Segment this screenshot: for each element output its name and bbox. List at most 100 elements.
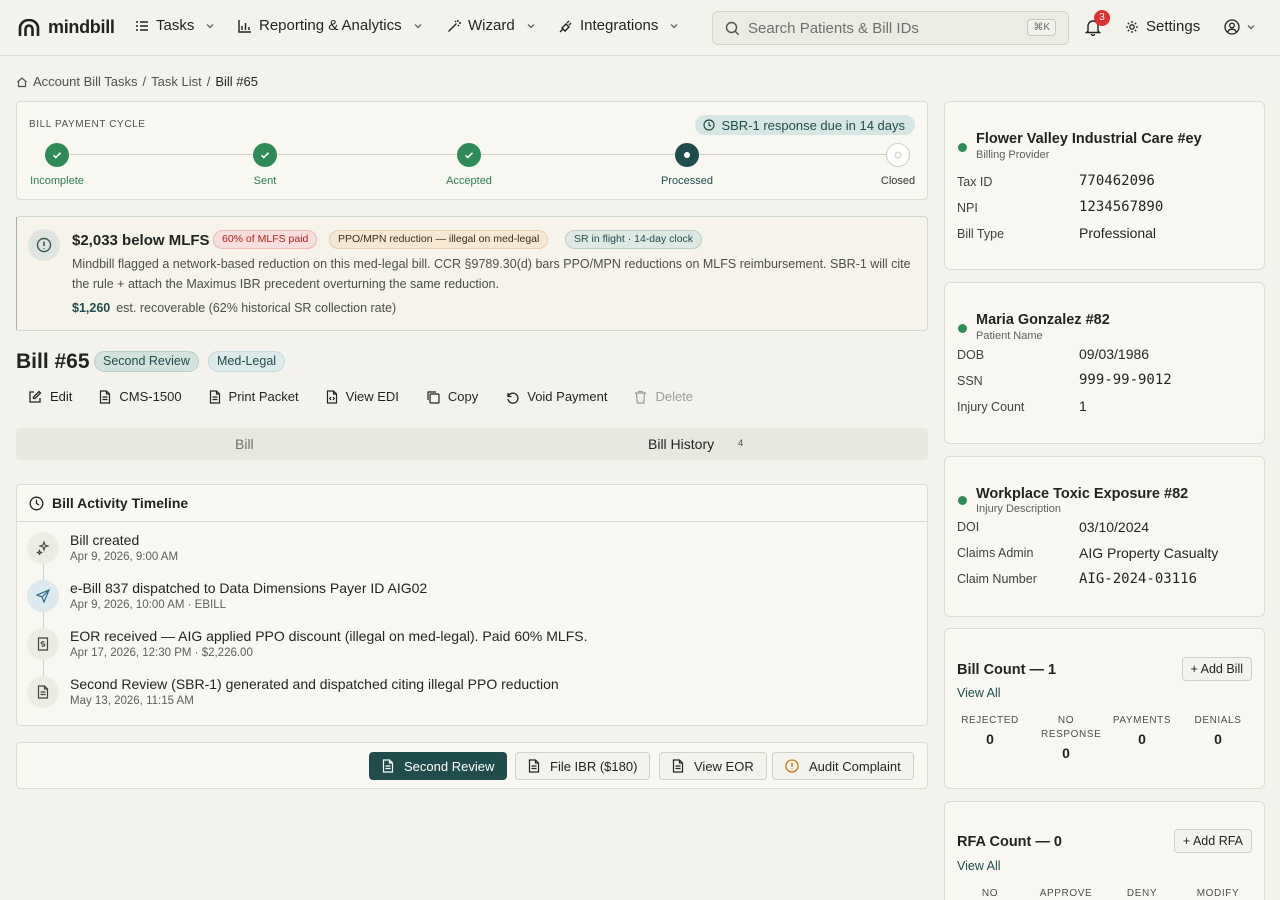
patient-role: Patient Name bbox=[976, 330, 1043, 342]
cms-1500-button[interactable]: CMS-1500 bbox=[99, 389, 182, 404]
stat-label: MODIFY bbox=[1196, 888, 1240, 899]
audit-complaint-label: Audit Complaint bbox=[809, 758, 901, 774]
provider-name[interactable]: Flower Valley Industrial Care #ey bbox=[976, 131, 1202, 147]
bill-tabs: Bill Bill History 4 bbox=[16, 428, 928, 460]
cycle-step-processed: Processed bbox=[642, 143, 732, 187]
search-input[interactable] bbox=[748, 19, 1018, 37]
breadcrumb-separator: / bbox=[142, 74, 147, 89]
view-edi-label: View EDI bbox=[345, 389, 399, 404]
stat-value: 0 bbox=[1214, 731, 1222, 747]
status-dot bbox=[958, 496, 967, 505]
event-timestamp: Apr 9, 2026, 10:00 AM · EBILL bbox=[70, 599, 226, 611]
stat-deny: DENY bbox=[1104, 887, 1180, 900]
injury-name[interactable]: Workplace Toxic Exposure #82 bbox=[976, 486, 1188, 502]
edit-button[interactable]: Edit bbox=[28, 389, 72, 404]
stat-label: DENY bbox=[1126, 888, 1158, 899]
check-icon bbox=[45, 143, 69, 167]
event-timestamp: May 13, 2026, 11:15 AM bbox=[70, 695, 194, 707]
stat-label: PAYMENTS bbox=[1112, 715, 1172, 726]
send-icon bbox=[27, 580, 59, 612]
stat-value: 0 bbox=[1062, 745, 1070, 761]
chevron-down-icon bbox=[414, 23, 422, 28]
field-label: DOI bbox=[957, 520, 980, 534]
tax-id-value: 770462096 bbox=[1079, 173, 1155, 189]
audit-complaint-button[interactable]: Audit Complaint bbox=[772, 752, 914, 780]
nav-wizard[interactable]: Wizard bbox=[447, 17, 536, 34]
cycle-step-accepted: Accepted bbox=[424, 143, 514, 187]
add-rfa-button[interactable]: + Add RFA bbox=[1173, 829, 1252, 853]
stat-modify: MODIFY bbox=[1180, 887, 1256, 900]
timeline-connector bbox=[43, 545, 44, 695]
bill-activity-timeline: Bill Activity Timeline Bill created Apr … bbox=[16, 484, 928, 726]
user-menu[interactable] bbox=[1224, 19, 1256, 35]
injury-card: Workplace Toxic Exposure #82 Injury Desc… bbox=[944, 456, 1265, 617]
rfa-count-card: RFA Count — 0 + Add RFA View All NO APPR… bbox=[944, 801, 1265, 900]
event-title: EOR received — AIG applied PPO discount … bbox=[70, 628, 588, 644]
timeline-header: Bill Activity Timeline bbox=[17, 485, 927, 522]
alert-description: Mindbill flagged a network-based reducti… bbox=[72, 257, 911, 291]
copy-button[interactable]: Copy bbox=[426, 389, 478, 404]
field-label: Bill Type bbox=[957, 227, 1005, 241]
sparkle-icon bbox=[27, 532, 59, 564]
stat-label: NO RESPONSE bbox=[1041, 715, 1102, 740]
delete-label: Delete bbox=[655, 389, 694, 404]
patient-card: Maria Gonzalez #82 Patient Name DOB 09/0… bbox=[944, 282, 1265, 444]
npi-value: 1234567890 bbox=[1079, 199, 1164, 215]
breadcrumb-link-account-bill-tasks[interactable]: Account Bill Tasks bbox=[33, 74, 138, 89]
doi-value: 03/10/2024 bbox=[1079, 519, 1150, 535]
breadcrumb-link-task-list[interactable]: Task List bbox=[151, 74, 202, 89]
dollar-document-icon bbox=[27, 628, 59, 660]
ppo-reduction-tag: PPO/MPN reduction — illegal on med-legal bbox=[329, 230, 549, 249]
claim-number-value: AIG-2024-03116 bbox=[1079, 571, 1198, 587]
nav-integrations[interactable]: Integrations bbox=[559, 17, 679, 34]
bill-view-all-link[interactable]: View All bbox=[957, 686, 1001, 700]
copy-label: Copy bbox=[447, 389, 479, 404]
edit-icon bbox=[29, 390, 42, 403]
bill-count-title: Bill Count — 1 bbox=[957, 662, 1057, 678]
rfa-view-all-link[interactable]: View All bbox=[957, 859, 1001, 873]
settings-label: Settings bbox=[1146, 18, 1201, 35]
alert-title: $2,033 below MLFS bbox=[72, 232, 210, 249]
search-shortcut-hint: ⌘K bbox=[1027, 19, 1056, 36]
event-timestamp: Apr 9, 2026, 9:00 AM bbox=[70, 551, 179, 563]
bill-footer-actions: Second Review File IBR ($180) View EOR A… bbox=[16, 742, 928, 789]
status-dot bbox=[958, 324, 967, 333]
step-label: Incomplete bbox=[30, 175, 84, 187]
page-title: Bill #65 bbox=[16, 350, 90, 373]
timeline-title: Bill Activity Timeline bbox=[52, 495, 189, 511]
second-review-badge: Second Review bbox=[94, 351, 199, 372]
void-payment-button[interactable]: Void Payment bbox=[505, 389, 607, 404]
top-navigation: mindbill Tasks Reporting & Analytics Wiz… bbox=[0, 0, 1280, 56]
provider-role: Billing Provider bbox=[976, 149, 1050, 161]
add-bill-button[interactable]: + Add Bill bbox=[1181, 657, 1252, 681]
settings-button[interactable]: Settings bbox=[1125, 18, 1200, 35]
edit-label: Edit bbox=[50, 389, 73, 404]
nav-tasks[interactable]: Tasks bbox=[135, 17, 215, 34]
app-logo[interactable]: mindbill bbox=[18, 17, 115, 38]
tab-bill[interactable]: Bill bbox=[235, 436, 254, 452]
bill-actions-toolbar: Edit CMS-1500 Print Packet View EDI Copy… bbox=[28, 389, 720, 404]
alert-accent-bar bbox=[16, 217, 17, 330]
injury-count-value: 1 bbox=[1079, 398, 1087, 414]
nav-integrations-label: Integrations bbox=[580, 17, 659, 34]
patient-name[interactable]: Maria Gonzalez #82 bbox=[976, 312, 1110, 328]
nav-tasks-label: Tasks bbox=[156, 17, 195, 34]
view-eor-button[interactable]: View EOR bbox=[659, 752, 767, 780]
magic-wand-icon bbox=[448, 19, 461, 32]
stat-no-response: NO RESPONSE 0 bbox=[1028, 714, 1104, 761]
nav-wizard-label: Wizard bbox=[468, 17, 515, 34]
bill-type-value: Professional bbox=[1079, 225, 1157, 241]
chevron-down-icon bbox=[206, 23, 214, 28]
view-edi-button[interactable]: View EDI bbox=[326, 389, 399, 404]
file-ibr-button[interactable]: File IBR ($180) bbox=[515, 752, 651, 780]
document-icon bbox=[100, 389, 111, 404]
print-packet-button[interactable]: Print Packet bbox=[209, 389, 299, 404]
document-icon bbox=[27, 676, 59, 708]
step-label: Accepted bbox=[446, 175, 492, 187]
nav-reporting[interactable]: Reporting & Analytics bbox=[238, 17, 423, 34]
bill-count-card: Bill Count — 1 + Add Bill View All REJEC… bbox=[944, 628, 1265, 789]
stat-label: APPROVE bbox=[1039, 888, 1093, 899]
tab-bill-history[interactable]: Bill History bbox=[648, 436, 714, 452]
delete-button[interactable]: Delete bbox=[634, 389, 693, 404]
second-review-button[interactable]: Second Review bbox=[369, 752, 508, 780]
